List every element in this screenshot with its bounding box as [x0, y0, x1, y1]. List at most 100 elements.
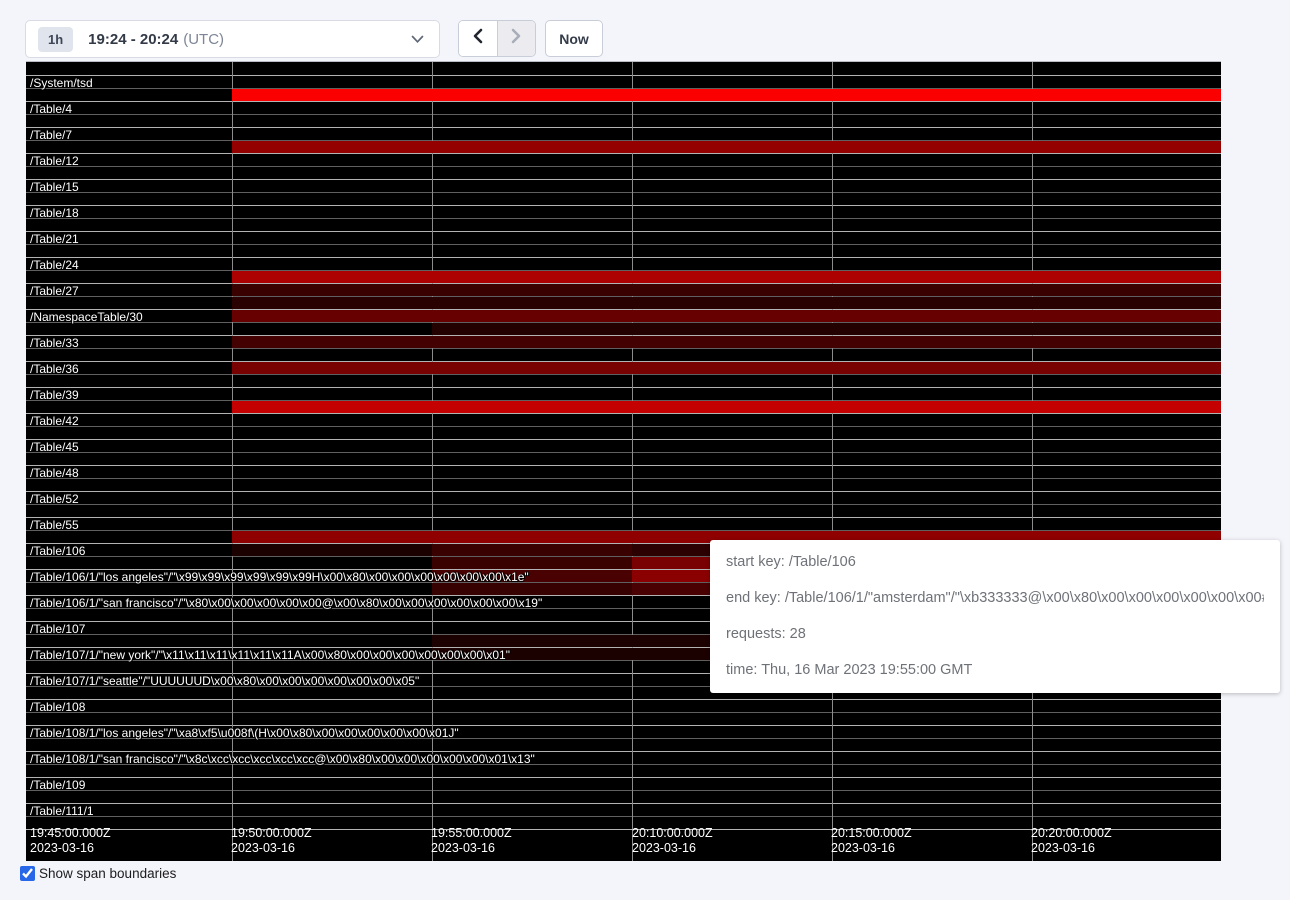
- heat-band[interactable]: [232, 89, 1221, 101]
- heatmap-span-row[interactable]: /Table/109: [26, 777, 1221, 790]
- heatmap-span[interactable]: /Table/39: [26, 387, 1221, 413]
- heatmap-span-row[interactable]: /Table/24: [26, 257, 1221, 270]
- heatmap-span[interactable]: /Table/108/1/"los angeles"/"\xa8\xf5\u00…: [26, 725, 1221, 751]
- heatmap-span-row[interactable]: [26, 114, 1221, 127]
- heatmap-span-row[interactable]: [26, 218, 1221, 231]
- heatmap-span-row[interactable]: [26, 790, 1221, 803]
- heatmap-span[interactable]: /Table/52: [26, 491, 1221, 517]
- heatmap-span-row[interactable]: /Table/108/1/"los angeles"/"\xa8\xf5\u00…: [26, 725, 1221, 738]
- span-boundaries-label[interactable]: Show span boundaries: [39, 866, 176, 881]
- heatmap-span[interactable]: /Table/15: [26, 179, 1221, 205]
- heatmap-span-row[interactable]: /Table/45: [26, 439, 1221, 452]
- tick-time: 20:20:00.000Z: [1031, 826, 1112, 841]
- heatmap-span[interactable]: /Table/12: [26, 153, 1221, 179]
- heat-band[interactable]: [432, 583, 632, 595]
- heatmap-span[interactable]: /Table/45: [26, 439, 1221, 465]
- heatmap-span-row[interactable]: /NamespaceTable/30: [26, 309, 1221, 322]
- span-key-label: /Table/36: [30, 362, 79, 376]
- x-axis-tick: 19:45:00.000Z2023-03-16: [30, 826, 111, 856]
- heatmap-span-row[interactable]: /Table/42: [26, 413, 1221, 426]
- heatmap-span[interactable]: /Table/21: [26, 231, 1221, 257]
- heat-band[interactable]: [232, 401, 1221, 413]
- heatmap-span-row[interactable]: [26, 88, 1221, 101]
- heatmap-span-row[interactable]: /Table/15: [26, 179, 1221, 192]
- heatmap-span-row[interactable]: [26, 244, 1221, 257]
- span-key-label: /Table/15: [30, 180, 79, 194]
- heatmap-span-row[interactable]: /Table/12: [26, 153, 1221, 166]
- heat-band[interactable]: [232, 297, 1221, 309]
- heatmap-span-row[interactable]: /Table/7: [26, 127, 1221, 140]
- heatmap-span-row[interactable]: [26, 270, 1221, 283]
- span-key-label: /Table/107: [30, 622, 85, 636]
- heatmap-span-row[interactable]: [26, 192, 1221, 205]
- heatmap-span-row[interactable]: /Table/4: [26, 101, 1221, 114]
- span-key-label: /Table/7: [30, 128, 72, 142]
- next-time-button-disabled[interactable]: [498, 21, 536, 56]
- time-range-select[interactable]: 1h 19:24 - 20:24 (UTC): [25, 20, 440, 58]
- heat-band[interactable]: [232, 544, 432, 556]
- heatmap-span[interactable]: /Table/4: [26, 101, 1221, 127]
- tick-time: 20:15:00.000Z: [831, 826, 912, 841]
- span-boundaries-checkbox[interactable]: [20, 866, 35, 881]
- time-gridline: [232, 62, 233, 861]
- heat-band[interactable]: [432, 544, 632, 556]
- prev-time-button[interactable]: [459, 21, 498, 56]
- heatmap-span-row[interactable]: /Table/33: [26, 335, 1221, 348]
- heatmap-span-row[interactable]: [26, 504, 1221, 517]
- heat-band[interactable]: [232, 336, 1221, 348]
- heatmap-span-row[interactable]: /Table/108: [26, 699, 1221, 712]
- heatmap-span[interactable]: /Table/33: [26, 335, 1221, 361]
- heatmap-span-row[interactable]: /Table/52: [26, 491, 1221, 504]
- heatmap-span-row[interactable]: [26, 374, 1221, 387]
- heatmap-span[interactable]: /Table/24: [26, 257, 1221, 283]
- heatmap-span-row[interactable]: [26, 712, 1221, 725]
- heatmap-span-row[interactable]: /Table/18: [26, 205, 1221, 218]
- heat-band[interactable]: [232, 284, 1221, 296]
- tick-time: 19:55:00.000Z: [431, 826, 512, 841]
- heat-band[interactable]: [432, 323, 1221, 335]
- heatmap-span[interactable]: /Table/42: [26, 413, 1221, 439]
- heatmap-span-row[interactable]: /Table/108/1/"san francisco"/"\x8c\xcc\x…: [26, 751, 1221, 764]
- heat-band[interactable]: [232, 362, 1221, 374]
- heat-band[interactable]: [232, 310, 1221, 322]
- span-key-label: /Table/33: [30, 336, 79, 350]
- heatmap-span[interactable]: /Table/48: [26, 465, 1221, 491]
- span-key-label: /NamespaceTable/30: [30, 310, 143, 324]
- heatmap-span-row[interactable]: [26, 348, 1221, 361]
- heatmap-span-row[interactable]: /System/tsd: [26, 75, 1221, 88]
- heatmap-span-row[interactable]: /Table/39: [26, 387, 1221, 400]
- heatmap-span-row[interactable]: [26, 426, 1221, 439]
- heatmap-span-row[interactable]: [26, 322, 1221, 335]
- heatmap-span-row[interactable]: /Table/36: [26, 361, 1221, 374]
- heatmap-span-row[interactable]: /Table/27: [26, 283, 1221, 296]
- now-button[interactable]: Now: [545, 20, 603, 57]
- heatmap-span-row[interactable]: [26, 478, 1221, 491]
- heatmap-span[interactable]: /Table/108/1/"san francisco"/"\x8c\xcc\x…: [26, 751, 1221, 777]
- heat-band[interactable]: [232, 141, 1221, 153]
- heatmap-canvas[interactable]: /System/tsd/Table/4/Table/7/Table/12/Tab…: [26, 61, 1221, 861]
- heatmap-span-row[interactable]: [26, 400, 1221, 413]
- heatmap-span[interactable]: /NamespaceTable/30: [26, 309, 1221, 335]
- heatmap-span[interactable]: /Table/7: [26, 127, 1221, 153]
- heatmap-span[interactable]: /Table/18: [26, 205, 1221, 231]
- heatmap-span-row[interactable]: [26, 140, 1221, 153]
- heatmap-span-row[interactable]: /Table/48: [26, 465, 1221, 478]
- heatmap-span-row[interactable]: [26, 166, 1221, 179]
- heat-band[interactable]: [232, 271, 1221, 283]
- heatmap-span-row[interactable]: [26, 452, 1221, 465]
- heatmap-span-row[interactable]: /Table/55: [26, 517, 1221, 530]
- heatmap-span-row[interactable]: /Table/111/1: [26, 803, 1221, 816]
- heatmap-span[interactable]: /System/tsd: [26, 75, 1221, 101]
- heatmap-span-row[interactable]: [26, 296, 1221, 309]
- tick-date: 2023-03-16: [1031, 841, 1112, 856]
- heatmap-span[interactable]: /Table/27: [26, 283, 1221, 309]
- tick-date: 2023-03-16: [831, 841, 912, 856]
- heatmap-span-row[interactable]: /Table/21: [26, 231, 1221, 244]
- span-key-label: /Table/27: [30, 284, 79, 298]
- heatmap-span[interactable]: /Table/109: [26, 777, 1221, 803]
- heatmap-span[interactable]: /Table/36: [26, 361, 1221, 387]
- heatmap-span[interactable]: /Table/108: [26, 699, 1221, 725]
- span-key-label: /Table/18: [30, 206, 79, 220]
- heat-band[interactable]: [432, 557, 632, 569]
- span-key-label: /Table/106/1/"san francisco"/"\x80\x00\x…: [30, 596, 542, 610]
